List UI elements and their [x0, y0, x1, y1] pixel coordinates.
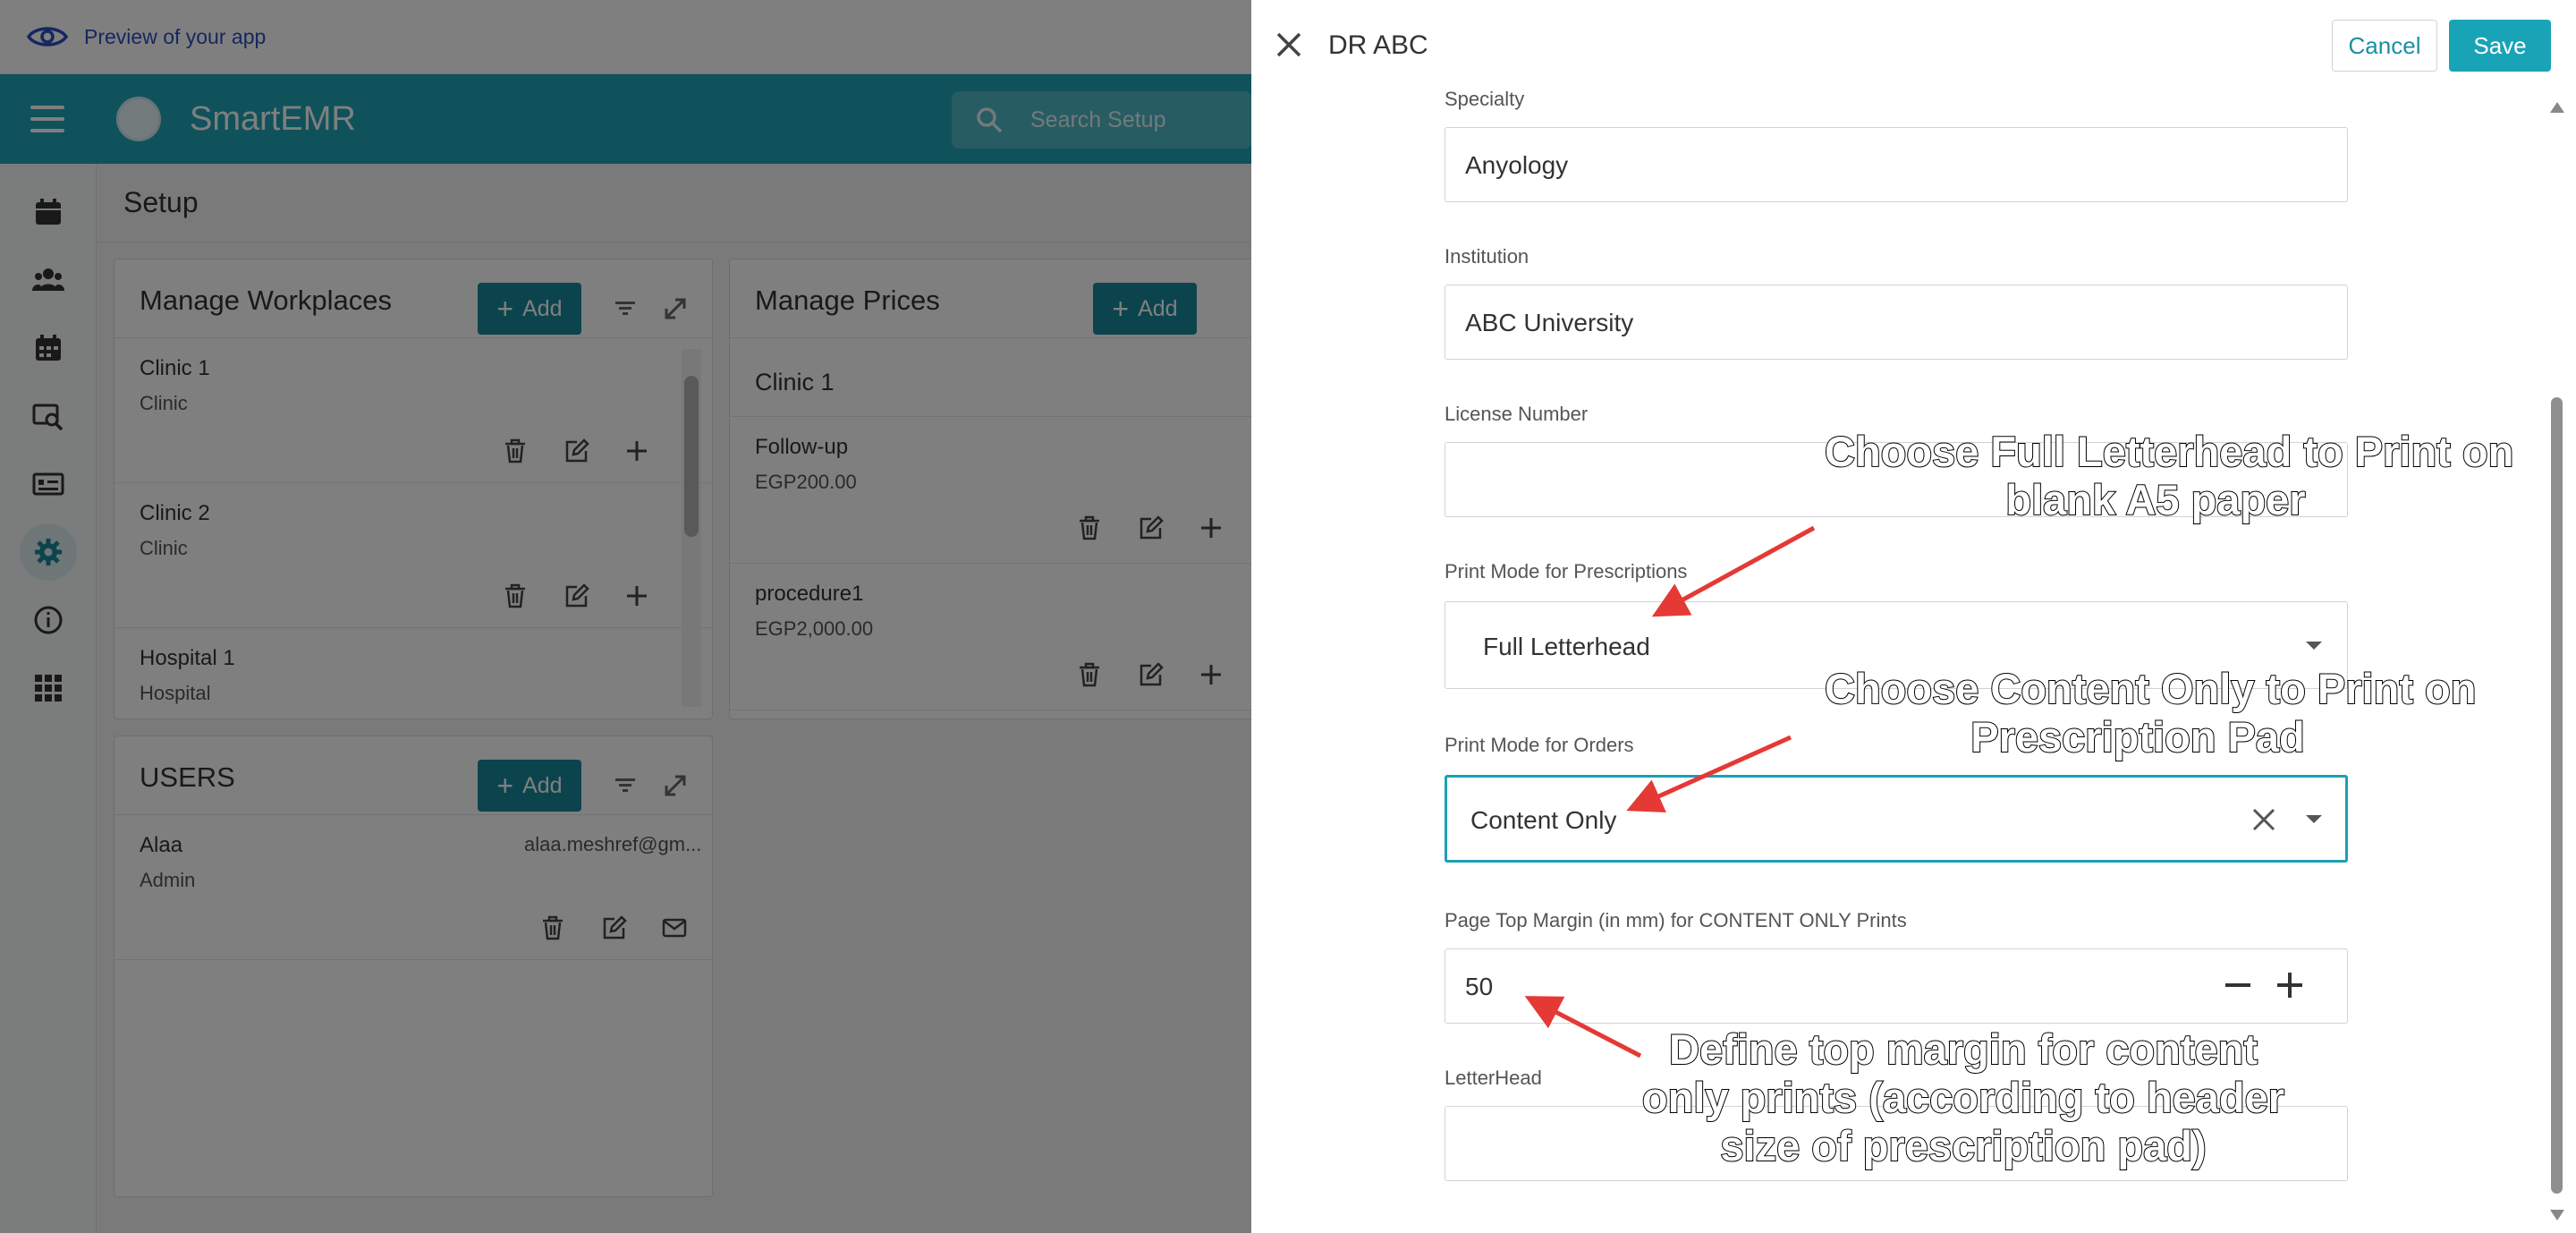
chevron-down-icon: [2306, 642, 2322, 650]
minus-icon[interactable]: [2222, 969, 2254, 1001]
chevron-down-icon: [2306, 815, 2322, 823]
clear-icon[interactable]: [2250, 806, 2277, 833]
close-icon[interactable]: [1271, 27, 1307, 63]
top-margin-value: 50: [1465, 973, 1494, 1000]
license-label: License Number: [1445, 403, 1589, 425]
panel-scrollbar[interactable]: [2546, 97, 2566, 1233]
print-rx-label: Print Mode for Prescriptions: [1445, 560, 1688, 582]
print-rx-value: Full Letterhead: [1483, 633, 1650, 660]
annotation-full-letterhead: Choose Full Letterhead to Print on blank…: [1824, 427, 2514, 524]
institution-field[interactable]: ABC University: [1445, 285, 2348, 360]
plus-icon[interactable]: [2274, 969, 2306, 1001]
specialty-label: Specialty: [1445, 88, 1525, 110]
top-margin-stepper[interactable]: 50: [1445, 948, 2348, 1024]
letterhead-label: LetterHead: [1445, 1067, 1542, 1089]
panel-title: DR ABC: [1328, 30, 1428, 60]
save-button[interactable]: Save: [2449, 20, 2551, 72]
modal-overlay[interactable]: [0, 0, 1252, 1233]
specialty-field[interactable]: Anyology: [1445, 127, 2348, 202]
print-orders-value: Content Only: [1470, 806, 1617, 834]
annotation-content-only: Choose Content Only to Print on Prescrip…: [1824, 664, 2477, 761]
annotation-top-margin: Define top margin for content only print…: [1641, 1025, 2285, 1170]
cancel-button[interactable]: Cancel: [2332, 20, 2437, 72]
top-margin-label: Page Top Margin (in mm) for CONTENT ONLY…: [1445, 909, 1907, 931]
institution-label: Institution: [1445, 245, 1530, 268]
print-orders-label: Print Mode for Orders: [1445, 734, 1634, 756]
institution-value: ABC University: [1465, 309, 1634, 336]
print-orders-select[interactable]: Content Only: [1445, 775, 2348, 863]
specialty-value: Anyology: [1465, 151, 1569, 179]
